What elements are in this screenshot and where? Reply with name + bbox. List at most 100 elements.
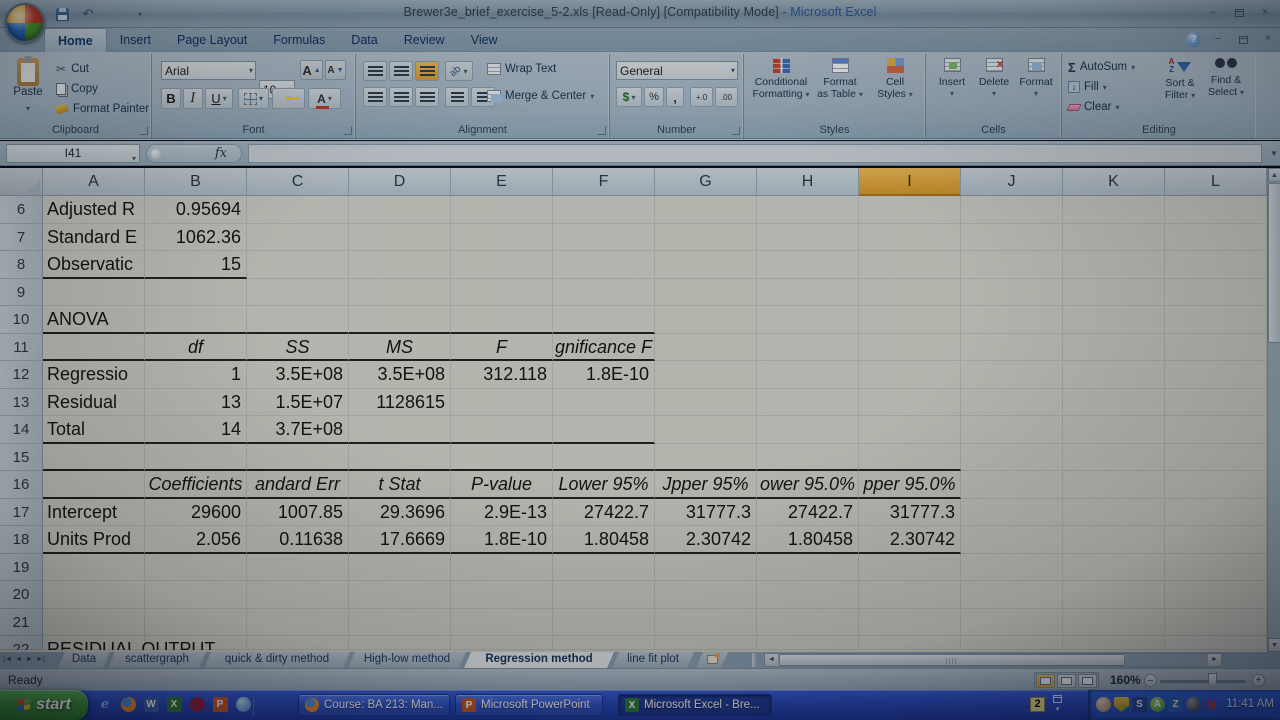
cell-H12[interactable] [757,361,859,389]
cell-J21[interactable] [961,608,1063,636]
cell-B19[interactable] [145,553,247,581]
cell-K18[interactable] [1063,526,1165,554]
column-header-L[interactable]: L [1165,168,1267,196]
page-break-view-button[interactable] [1078,674,1097,688]
cell-H18[interactable]: 1.80458 [757,526,859,554]
row-header-21[interactable]: 21 [0,608,43,636]
find-select-button[interactable]: Find & Select ▾ [1204,58,1248,99]
cell-K20[interactable] [1063,581,1165,609]
cell-I21[interactable] [859,608,961,636]
format-painter-button[interactable]: Format Painter [54,100,149,118]
cell-K8[interactable] [1063,251,1165,279]
cell-J17[interactable] [961,498,1063,526]
cell-C20[interactable] [247,581,349,609]
workbook-restore-button[interactable] [1235,33,1251,46]
cell-B17[interactable]: 29600 [145,498,247,526]
cell-D22[interactable] [349,636,451,650]
cell-C15[interactable] [247,443,349,471]
sheet-tab-scattergraph[interactable]: scattergraph [108,652,206,668]
italic-button[interactable]: I [183,88,203,109]
cell-L7[interactable] [1165,223,1267,251]
tab-view[interactable]: View [458,28,511,52]
tab-home[interactable]: Home [44,28,107,52]
cell-L21[interactable] [1165,608,1267,636]
cell-C12[interactable]: 3.5E+08 [247,361,349,389]
cell-D17[interactable]: 29.3696 [349,498,451,526]
insert-worksheet-button[interactable] [696,652,728,668]
cell-H14[interactable] [757,416,859,444]
tray-icon-n[interactable]: N [1204,697,1219,712]
cut-button[interactable]: ✂ Cut [56,60,89,78]
row-header-19[interactable]: 19 [0,553,43,581]
close-button[interactable]: × [1256,6,1274,20]
tray-icon-messenger[interactable] [1096,697,1111,712]
cell-I19[interactable] [859,553,961,581]
cell-F13[interactable] [553,388,655,416]
first-sheet-button[interactable]: |◄ [2,653,13,667]
cell-B20[interactable] [145,581,247,609]
row-header-8[interactable]: 8 [0,251,43,279]
row-header-6[interactable]: 6 [0,196,43,224]
clipboard-dialog-launcher[interactable] [139,126,148,135]
vertical-scroll-thumb[interactable] [1268,183,1280,343]
paste-dropdown-icon[interactable]: ▾ [26,104,30,113]
align-center-button[interactable] [389,87,413,107]
column-header-I[interactable]: I [859,168,961,196]
cell-G13[interactable] [655,388,757,416]
normal-view-button[interactable] [1036,674,1055,688]
cell-A6[interactable]: Adjusted R [43,196,145,224]
cell-L13[interactable] [1165,388,1267,416]
cell-E16[interactable]: P-value [451,471,553,499]
cell-F11[interactable]: gnificance F [553,333,655,361]
cell-D10[interactable] [349,306,451,334]
expand-formula-bar-icon[interactable]: ▼ [1270,149,1278,158]
cell-K9[interactable] [1063,278,1165,306]
underline-button[interactable]: U ▾ [205,88,233,109]
cell-F12[interactable]: 1.8E-10 [553,361,655,389]
tab-insert[interactable]: Insert [107,28,164,52]
cell-G16[interactable]: Jpper 95% [655,471,757,499]
cell-A15[interactable] [43,443,145,471]
help-icon[interactable]: ? [1186,32,1201,47]
cell-J16[interactable] [961,471,1063,499]
cell-F19[interactable] [553,553,655,581]
row-header-17[interactable]: 17 [0,498,43,526]
tray-icon-wrench[interactable]: S [1132,697,1147,712]
cell-I7[interactable] [859,223,961,251]
cell-H21[interactable] [757,608,859,636]
cell-K14[interactable] [1063,416,1165,444]
cell-E17[interactable]: 2.9E-13 [451,498,553,526]
cell-D11[interactable]: MS [349,333,451,361]
clear-button[interactable]: Clear ▾ [1066,98,1120,116]
cell-C19[interactable] [247,553,349,581]
cell-H22[interactable] [757,636,859,650]
cell-B12[interactable]: 1 [145,361,247,389]
cell-E22[interactable] [451,636,553,650]
fill-button[interactable]: ↓ Fill ▾ [1068,78,1107,96]
row-header-15[interactable]: 15 [0,443,43,471]
cell-H13[interactable] [757,388,859,416]
cell-E9[interactable] [451,278,553,306]
grow-font-button[interactable]: A ▲ [300,60,323,80]
cell-E14[interactable] [451,416,553,444]
cell-F20[interactable] [553,581,655,609]
cell-D18[interactable]: 17.6669 [349,526,451,554]
cell-C18[interactable]: 0.11638 [247,526,349,554]
quicklaunch-ie-icon[interactable]: e [96,694,114,714]
cell-G22[interactable] [655,636,757,650]
cell-K21[interactable] [1063,608,1165,636]
format-as-table-button[interactable]: Format as Table ▾ [812,58,868,101]
cell-K7[interactable] [1063,223,1165,251]
cell-G21[interactable] [655,608,757,636]
scroll-left-button[interactable]: ◄ [765,654,778,666]
paste-button[interactable]: Paste ▾ [8,56,48,124]
cell-D13[interactable]: 1128615 [349,388,451,416]
cell-J18[interactable] [961,526,1063,554]
cell-J20[interactable] [961,581,1063,609]
cell-G15[interactable] [655,443,757,471]
vertical-scrollbar[interactable]: ▲ ▼ [1267,168,1280,652]
cell-D8[interactable] [349,251,451,279]
task-firefox-course[interactable]: Course: BA 213: Man... [298,694,450,716]
cell-D20[interactable] [349,581,451,609]
cell-D14[interactable] [349,416,451,444]
